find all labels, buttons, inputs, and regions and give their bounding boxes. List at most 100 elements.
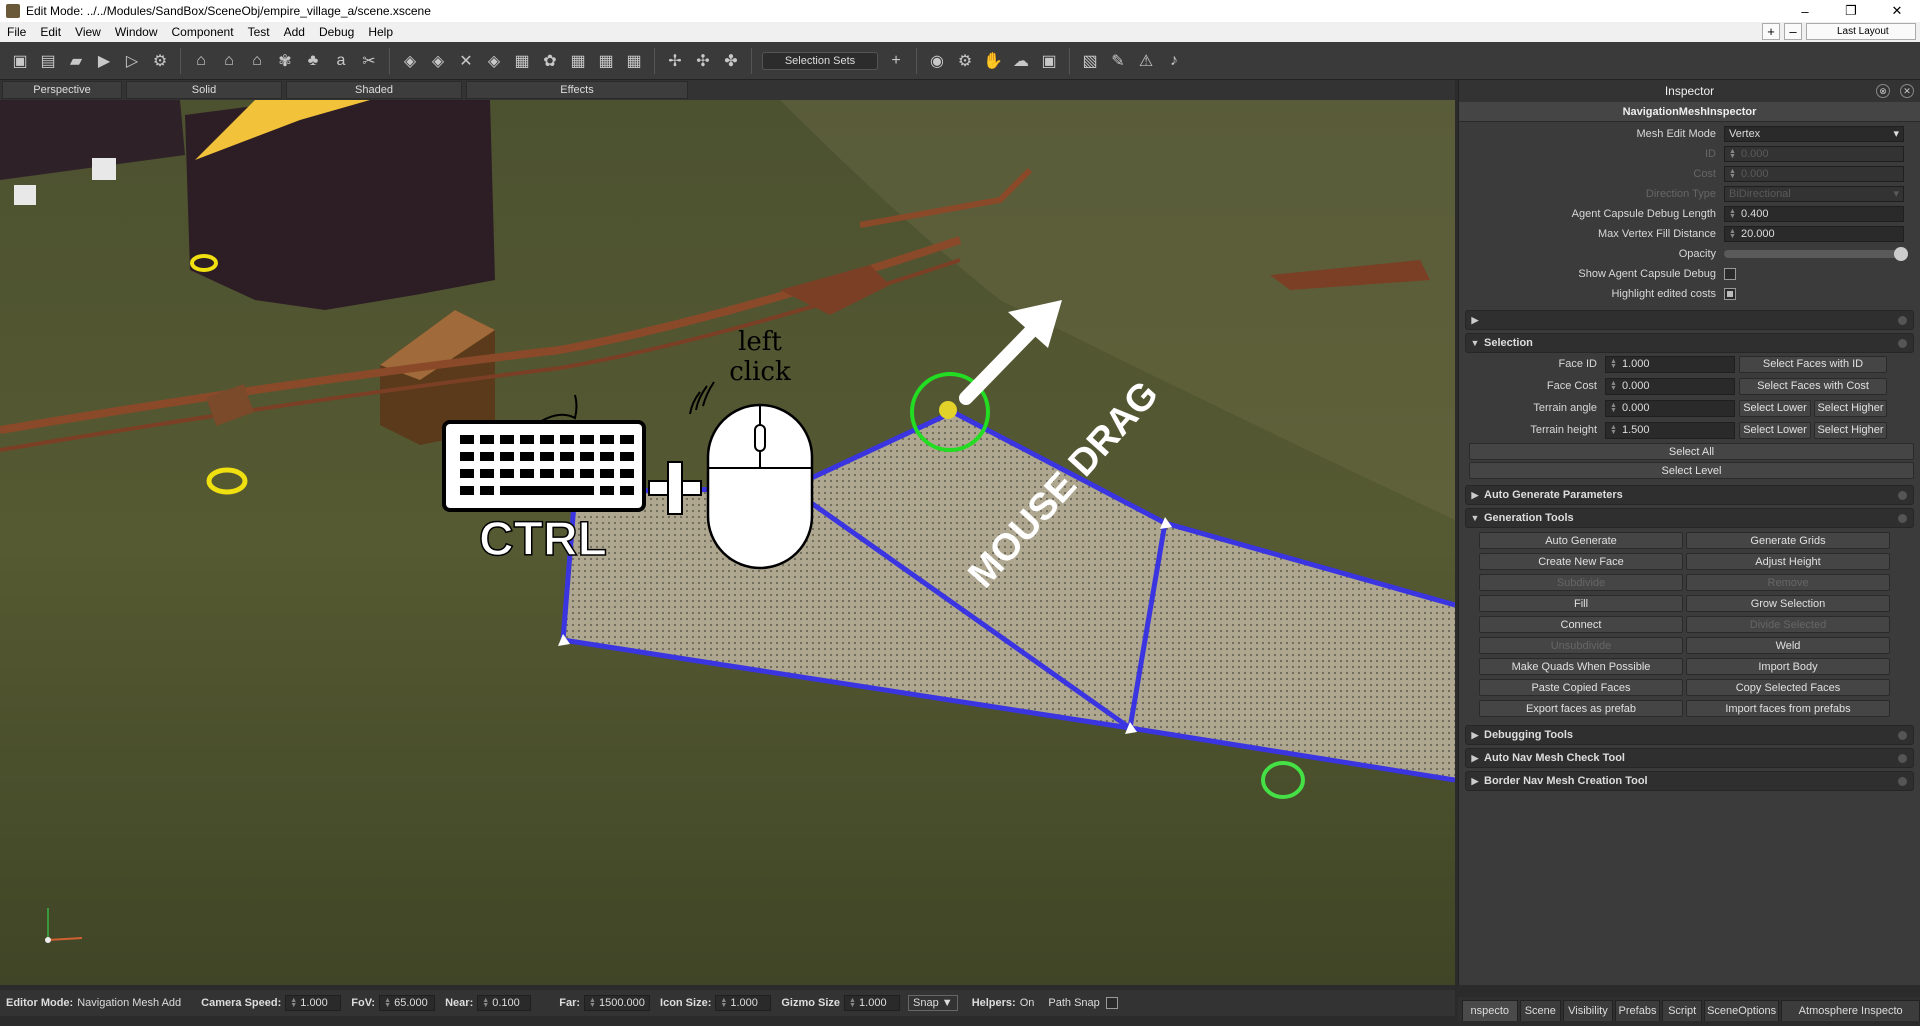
select-higher-height-button[interactable]: Select Higher: [1814, 421, 1887, 439]
import-faces-prefabs-button[interactable]: Import faces from prefabs: [1686, 700, 1890, 717]
building-icon[interactable]: ▦: [508, 47, 536, 75]
opacity-slider-knob[interactable]: [1894, 247, 1908, 261]
adjust-height-button[interactable]: Adjust Height: [1686, 553, 1890, 570]
menu-component[interactable]: Component: [165, 25, 241, 39]
gizmo-size-field[interactable]: ▲ ▼ 1.000: [844, 995, 901, 1011]
near-field[interactable]: ▲ ▼ 0.100: [477, 995, 532, 1011]
tab-effects[interactable]: Effects: [466, 81, 688, 99]
cost-field[interactable]: ▲ ▼ 0.000: [1724, 166, 1904, 182]
house-solid-icon[interactable]: ⌂: [243, 47, 271, 75]
collapsed-section[interactable]: ▶: [1465, 310, 1914, 330]
tab-scene-options[interactable]: SceneOptions: [1703, 1000, 1780, 1021]
cube-icon[interactable]: ◈: [396, 47, 424, 75]
new-icon[interactable]: ▣: [6, 47, 34, 75]
ruler-icon[interactable]: ✎: [1104, 47, 1132, 75]
menu-debug[interactable]: Debug: [312, 25, 361, 39]
cube-edit-icon[interactable]: ◈: [480, 47, 508, 75]
fov-field[interactable]: ▲ ▼ 65.000: [379, 995, 436, 1011]
menu-view[interactable]: View: [68, 25, 108, 39]
maximize-button[interactable]: ❐: [1828, 0, 1874, 22]
menu-edit[interactable]: Edit: [33, 25, 68, 39]
hand-icon[interactable]: ✋: [979, 47, 1007, 75]
speaker-icon[interactable]: ♪: [1160, 47, 1188, 75]
path-snap-checkbox[interactable]: [1105, 997, 1118, 1009]
box-grid-icon[interactable]: ▦: [564, 47, 592, 75]
menu-file[interactable]: File: [0, 25, 33, 39]
generate-grids-button[interactable]: Generate Grids: [1686, 532, 1890, 549]
text-tool-icon[interactable]: a: [327, 47, 355, 75]
create-new-face-button[interactable]: Create New Face: [1479, 553, 1683, 570]
select-level-button[interactable]: Select Level: [1469, 462, 1914, 479]
house-icon[interactable]: ⌂: [187, 47, 215, 75]
tab-script[interactable]: Script: [1662, 1000, 1702, 1021]
auto-generate-section-header[interactable]: ▶ Auto Generate Parameters: [1465, 485, 1914, 505]
terrain-height-field[interactable]: ▲ ▼ 1.500: [1605, 421, 1735, 439]
helpers-value[interactable]: On: [1020, 997, 1035, 1009]
select-faces-id-button[interactable]: Select Faces with ID: [1739, 355, 1887, 373]
terrain-angle-field[interactable]: ▲ ▼ 0.000: [1605, 399, 1735, 417]
play-outline-icon[interactable]: ▷: [118, 47, 146, 75]
menu-help[interactable]: Help: [361, 25, 400, 39]
tab-visibility[interactable]: Visibility: [1563, 1000, 1613, 1021]
face-cost-field[interactable]: ▲ ▼ 0.000: [1605, 377, 1735, 395]
tab-solid[interactable]: Solid: [126, 81, 282, 99]
cloud-icon[interactable]: ☁: [1007, 47, 1035, 75]
add-selection-set-button[interactable]: +: [882, 47, 910, 75]
add-layout-button[interactable]: +: [1762, 23, 1780, 40]
warning-icon[interactable]: ⚠: [1132, 47, 1160, 75]
border-nav-section-header[interactable]: ▶ Border Nav Mesh Creation Tool: [1465, 771, 1914, 791]
camera-speed-field[interactable]: ▲ ▼ 1.000: [285, 995, 342, 1011]
scene-viewport[interactable]: CTRL left click MOUSE DRAG: [0, 100, 1455, 985]
play-icon[interactable]: ▶: [90, 47, 118, 75]
scissors-icon[interactable]: ✂: [355, 47, 383, 75]
copy-selected-faces-button[interactable]: Copy Selected Faces: [1686, 679, 1890, 696]
mask-icon[interactable]: ✾: [271, 47, 299, 75]
undock-icon[interactable]: ⊗: [1876, 84, 1890, 98]
move-icon[interactable]: ✢: [661, 47, 689, 75]
package-icon[interactable]: ▧: [1076, 47, 1104, 75]
select-lower-angle-button[interactable]: Select Lower: [1739, 399, 1811, 417]
fill-button[interactable]: Fill: [1479, 595, 1683, 612]
direction-type-select[interactable]: BiDirectional ▾: [1724, 186, 1904, 202]
id-field[interactable]: ▲ ▼ 0.000: [1724, 146, 1904, 162]
layout-select[interactable]: Last Layout: [1806, 23, 1916, 40]
select-higher-angle-button[interactable]: Select Higher: [1814, 399, 1887, 417]
opacity-slider[interactable]: [1724, 247, 1908, 261]
save-icon[interactable]: ▤: [34, 47, 62, 75]
tab-scene[interactable]: Scene: [1519, 1000, 1562, 1021]
camera-icon[interactable]: ◉: [923, 47, 951, 75]
unsubdivide-button[interactable]: Unsubdivide: [1479, 637, 1683, 654]
far-field[interactable]: ▲ ▼ 1500.000: [584, 995, 651, 1011]
auto-generate-button[interactable]: Auto Generate: [1479, 532, 1683, 549]
flower-icon[interactable]: ✿: [536, 47, 564, 75]
divide-selected-button[interactable]: Divide Selected: [1686, 616, 1890, 633]
tab-shaded[interactable]: Shaded: [286, 81, 462, 99]
weld-button[interactable]: Weld: [1686, 637, 1890, 654]
axis-icon[interactable]: ✕: [452, 47, 480, 75]
gears-icon[interactable]: ⚙: [951, 47, 979, 75]
agent-capsule-field[interactable]: ▲ ▼ 0.400: [1724, 206, 1904, 222]
grow-selection-button[interactable]: Grow Selection: [1686, 595, 1890, 612]
minimize-button[interactable]: –: [1782, 0, 1828, 22]
remove-layout-button[interactable]: –: [1784, 23, 1802, 40]
selection-sets-dropdown[interactable]: Selection Sets: [762, 51, 878, 70]
subdivide-button[interactable]: Subdivide: [1479, 574, 1683, 591]
gi-icon[interactable]: ▣: [1035, 47, 1063, 75]
close-panel-icon[interactable]: ✕: [1900, 84, 1914, 98]
tab-perspective[interactable]: Perspective: [2, 81, 122, 99]
debugging-tools-section-header[interactable]: ▶ Debugging Tools: [1465, 725, 1914, 745]
export-faces-prefab-button[interactable]: Export faces as prefab: [1479, 700, 1683, 717]
max-vertex-field[interactable]: ▲ ▼ 20.000: [1724, 226, 1904, 242]
generation-tools-section-header[interactable]: ▼ Generation Tools: [1465, 508, 1914, 528]
cube-add-icon[interactable]: ◈: [424, 47, 452, 75]
snap-dropdown[interactable]: Snap ▼: [908, 995, 958, 1011]
house-alt-icon[interactable]: ⌂: [215, 47, 243, 75]
make-quads-button[interactable]: Make Quads When Possible: [1479, 658, 1683, 675]
import-body-button[interactable]: Import Body: [1686, 658, 1890, 675]
box-grid-third-icon[interactable]: ▦: [620, 47, 648, 75]
show-capsule-checkbox[interactable]: [1724, 268, 1736, 280]
auto-nav-check-section-header[interactable]: ▶ Auto Nav Mesh Check Tool: [1465, 748, 1914, 768]
tree-icon[interactable]: ♣: [299, 47, 327, 75]
tab-inspector[interactable]: nspecto: [1462, 1000, 1518, 1021]
remove-button[interactable]: Remove: [1686, 574, 1890, 591]
